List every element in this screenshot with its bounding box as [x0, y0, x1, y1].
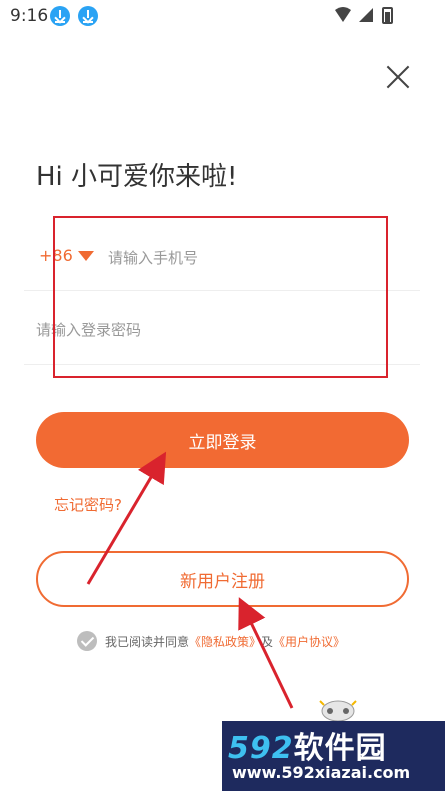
- wifi-icon: [335, 7, 351, 22]
- page-title: Hi 小可爱你来啦!: [36, 162, 238, 192]
- password-row: [24, 292, 420, 365]
- privacy-policy-link[interactable]: 《隐私政策》: [189, 633, 261, 650]
- agreement-row: 我已阅读并同意 《隐私政策》 及 《用户协议》: [77, 630, 345, 652]
- phone-row: +86: [24, 224, 420, 291]
- password-input[interactable]: [36, 318, 406, 342]
- register-button[interactable]: 新用户注册: [36, 551, 409, 607]
- status-bar: 9:16: [0, 0, 445, 32]
- login-button[interactable]: 立即登录: [36, 412, 409, 468]
- agreement-connector: 及: [261, 634, 274, 649]
- user-agreement-link[interactable]: 《用户协议》: [273, 633, 345, 650]
- country-code-selector[interactable]: +86: [39, 246, 73, 265]
- watermark-url: www.592xiazai.com: [232, 763, 411, 782]
- close-button[interactable]: [385, 64, 411, 90]
- download-icon: [50, 6, 70, 26]
- download-icon: [78, 6, 98, 26]
- annotation-arrow: [238, 597, 294, 709]
- signal-icon: [359, 8, 373, 22]
- agreement-prefix: 我已阅读并同意: [105, 634, 190, 649]
- dropdown-arrow-icon[interactable]: [78, 251, 94, 261]
- watermark-logo: 592软件园 www.592xiazai.com: [222, 721, 445, 791]
- watermark-numbers: 592: [228, 731, 294, 766]
- watermark-brand: 软件园: [293, 731, 387, 766]
- check-icon[interactable]: [77, 631, 97, 651]
- phone-input[interactable]: [108, 246, 398, 270]
- status-time: 9:16: [10, 6, 49, 26]
- forgot-password-link[interactable]: 忘记密码?: [54, 494, 122, 515]
- annotation-arrows: [86, 451, 294, 709]
- system-icons: [335, 7, 393, 24]
